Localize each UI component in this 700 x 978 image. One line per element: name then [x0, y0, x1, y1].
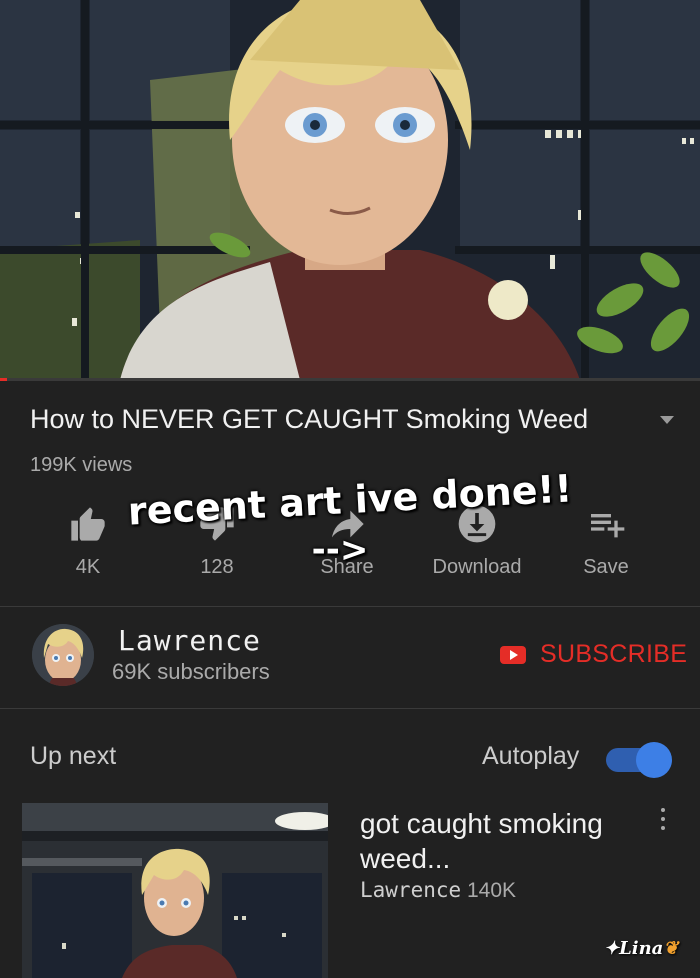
up-next-video-title[interactable]: got caught smoking weed...: [360, 806, 640, 876]
subscribe-button[interactable]: SUBSCRIBE: [500, 640, 687, 669]
up-next-thumbnail-art: [22, 803, 328, 978]
channel-avatar[interactable]: [32, 624, 94, 686]
watermark: ✦Lina❦: [604, 938, 679, 959]
divider: [0, 708, 700, 709]
up-next-view-count: 140K: [467, 879, 517, 902]
autoplay-toggle-knob: [636, 742, 672, 778]
subscriber-count: 69K subscribers: [112, 659, 270, 684]
autoplay-toggle[interactable]: [606, 742, 672, 778]
view-count: 199K views: [30, 454, 133, 476]
video-player[interactable]: [0, 0, 700, 380]
more-options-icon[interactable]: [661, 808, 665, 835]
up-next-channel-name: Lawrence: [360, 878, 462, 902]
youtube-logo-icon: [500, 645, 526, 664]
overlay-caption-line2: -->: [311, 530, 369, 570]
subscribe-label: SUBSCRIBE: [540, 640, 688, 668]
up-next-video-meta: Lawrence 140K: [360, 878, 516, 903]
video-progress-fill: [0, 378, 7, 381]
channel-name[interactable]: Lawrence: [118, 624, 261, 657]
autoplay-label: Autoplay: [482, 742, 580, 770]
up-next-heading: Up next: [30, 742, 117, 770]
up-next-thumbnail[interactable]: [22, 803, 328, 978]
divider: [0, 606, 700, 607]
video-thumbnail-art: [0, 0, 700, 380]
expand-description-icon[interactable]: [660, 416, 674, 424]
video-title: How to NEVER GET CAUGHT Smoking Weed: [30, 404, 589, 434]
avatar-image: [32, 624, 94, 686]
video-progress-bar[interactable]: [0, 378, 700, 381]
